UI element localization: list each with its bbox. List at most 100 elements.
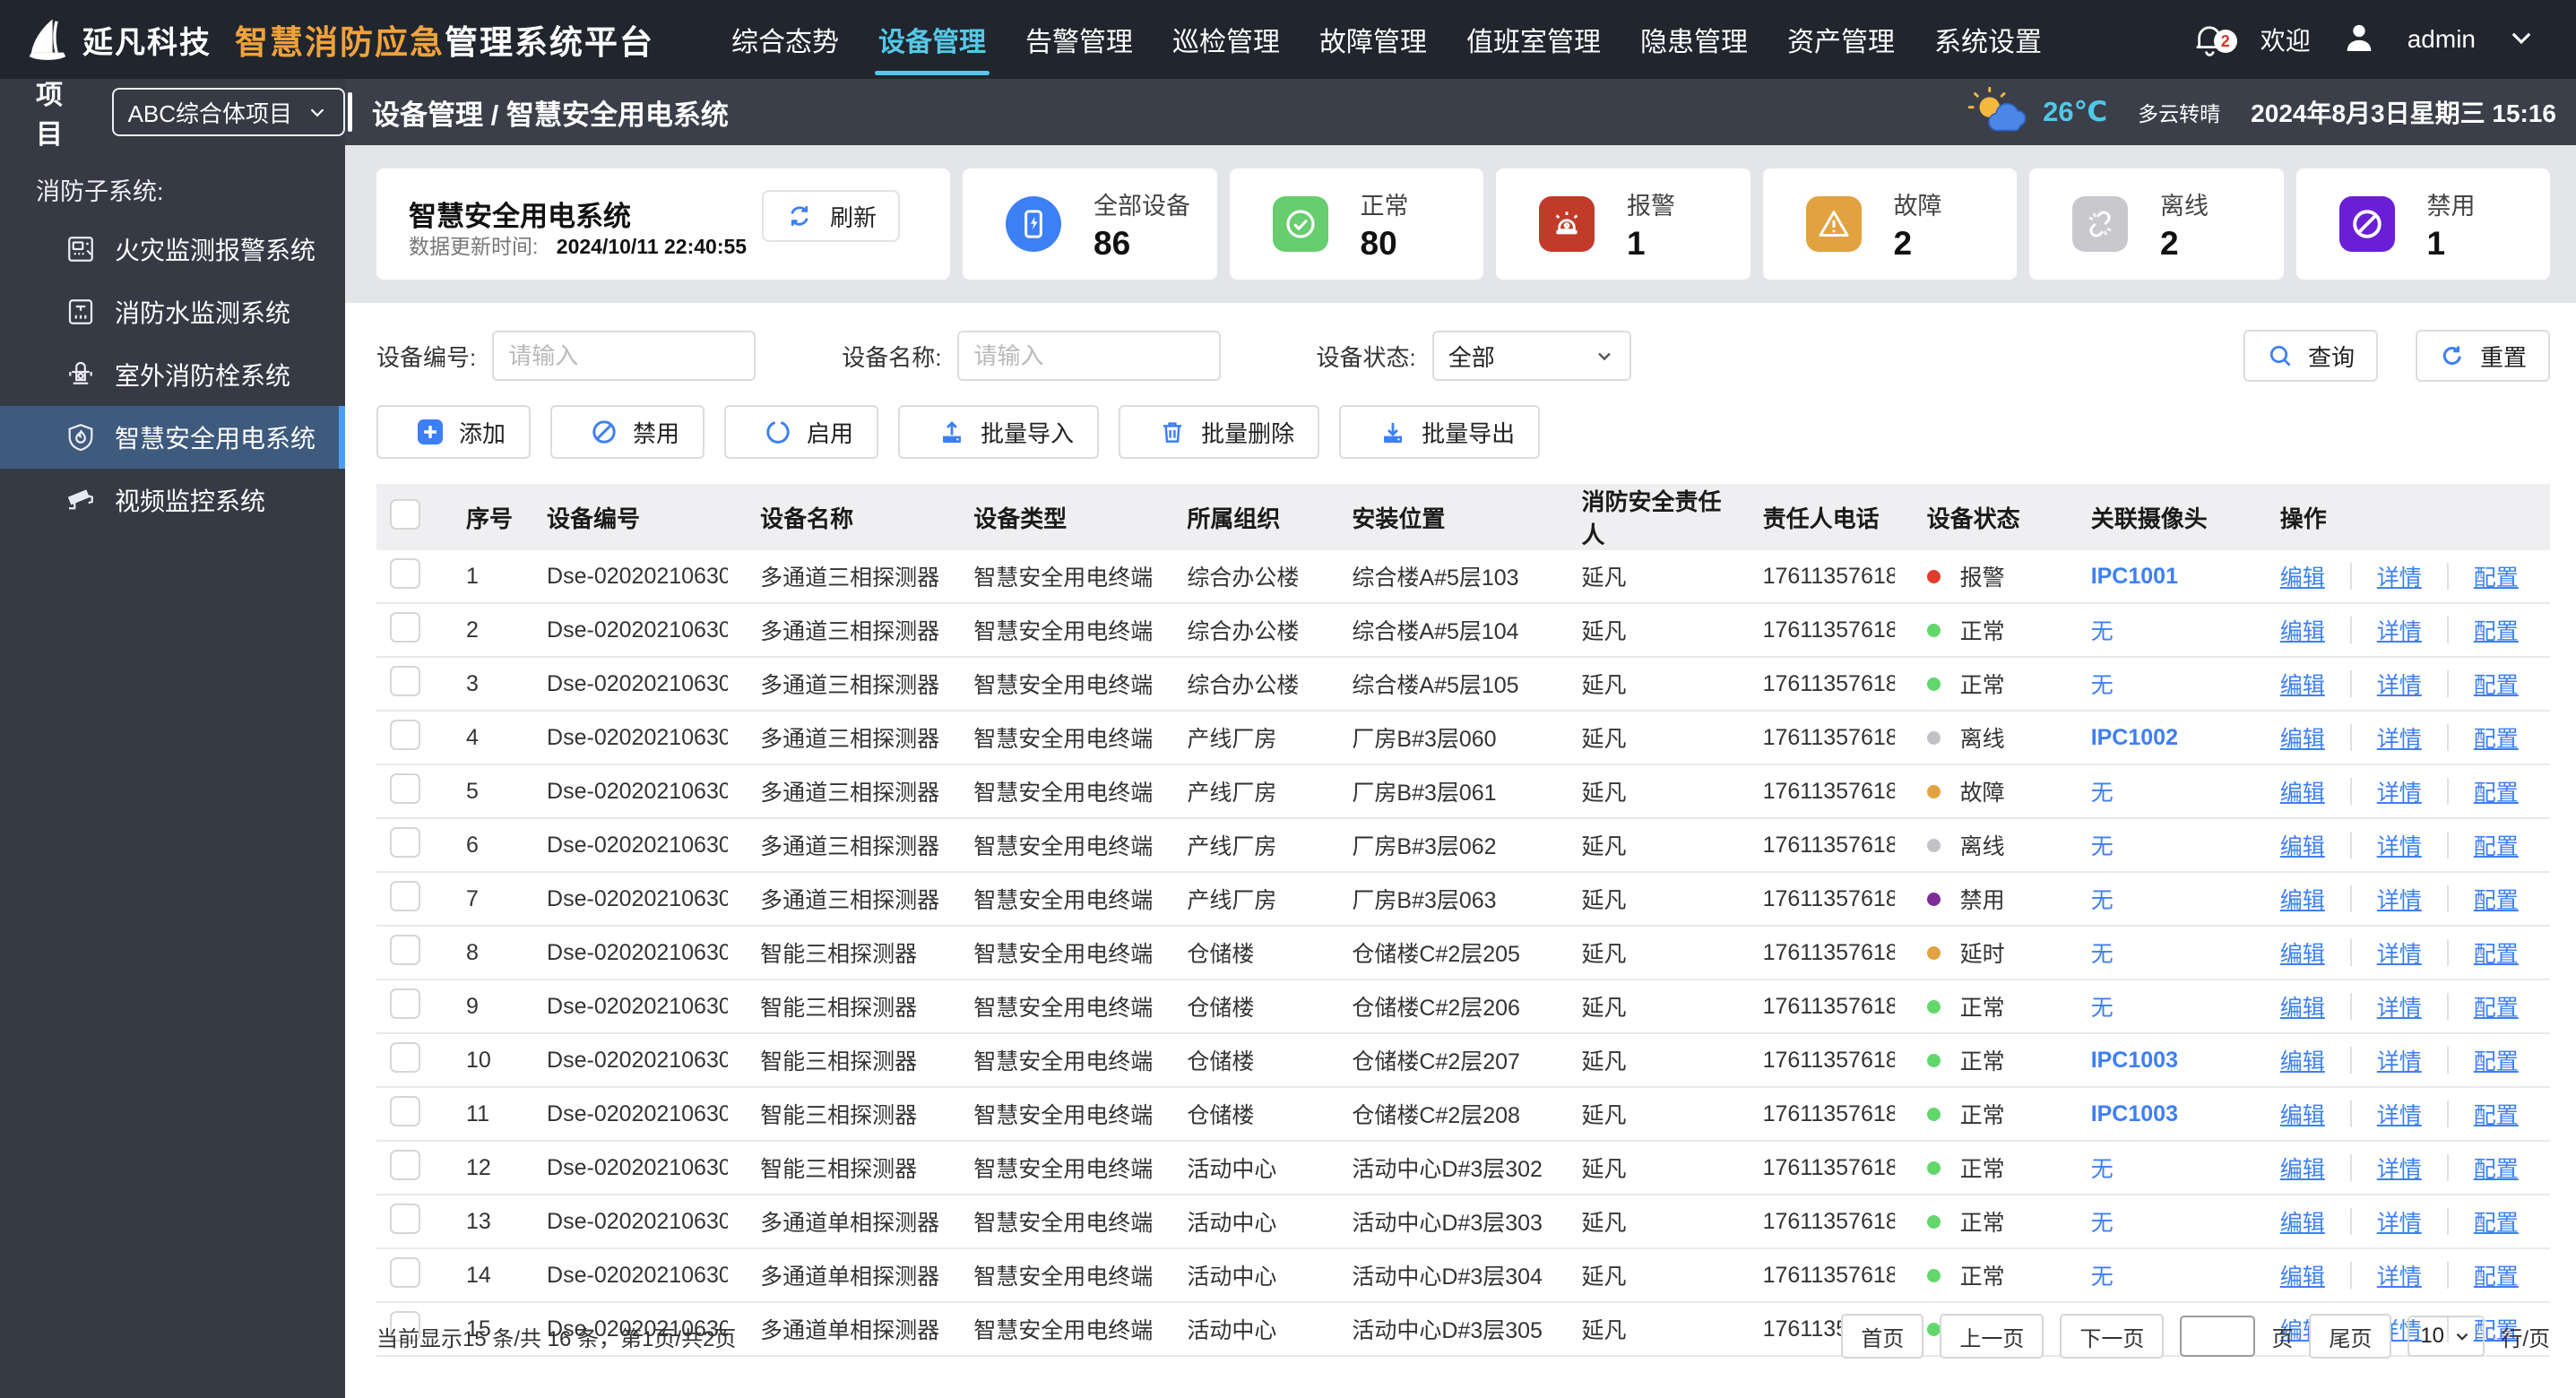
row-checkbox[interactable] bbox=[390, 1256, 420, 1288]
row-checkbox[interactable] bbox=[390, 557, 420, 589]
camera-link[interactable]: IPC1001 bbox=[2091, 564, 2178, 589]
op-link-详情[interactable]: 详情 bbox=[2377, 829, 2422, 861]
camera-link[interactable]: 无 bbox=[2091, 1264, 2114, 1290]
op-link-详情[interactable]: 详情 bbox=[2377, 1205, 2422, 1238]
row-checkbox[interactable] bbox=[390, 988, 420, 1019]
op-link-配置[interactable]: 配置 bbox=[2474, 775, 2519, 807]
row-checkbox[interactable] bbox=[390, 1041, 420, 1073]
op-link-详情[interactable]: 详情 bbox=[2377, 668, 2422, 700]
select-all-checkbox[interactable] bbox=[390, 498, 420, 530]
action-button-启用[interactable]: 启用 bbox=[724, 405, 879, 459]
op-link-编辑[interactable]: 编辑 bbox=[2280, 1098, 2325, 1130]
row-checkbox[interactable] bbox=[390, 1095, 420, 1126]
nav-item-值班室管理[interactable]: 值班室管理 bbox=[1466, 20, 1601, 59]
page-jump-input[interactable] bbox=[2180, 1316, 2256, 1357]
op-link-配置[interactable]: 配置 bbox=[2474, 1044, 2519, 1076]
camera-link[interactable]: 无 bbox=[2091, 942, 2114, 967]
action-button-批量导出[interactable]: 批量导出 bbox=[1339, 405, 1541, 459]
last-page-button[interactable]: 尾页 bbox=[2309, 1314, 2392, 1359]
device-code-input[interactable] bbox=[492, 331, 756, 381]
camera-link[interactable]: IPC1002 bbox=[2091, 725, 2178, 750]
op-link-编辑[interactable]: 编辑 bbox=[2280, 1205, 2325, 1238]
sidebar-item-消防水监测系统[interactable]: 消防水监测系统 bbox=[0, 280, 345, 343]
device-name-input[interactable] bbox=[957, 331, 1222, 381]
action-button-添加[interactable]: 添加 bbox=[376, 405, 532, 459]
op-link-详情[interactable]: 详情 bbox=[2377, 1098, 2422, 1130]
prev-page-button[interactable]: 上一页 bbox=[1940, 1314, 2044, 1359]
op-link-配置[interactable]: 配置 bbox=[2474, 668, 2519, 700]
project-select[interactable]: ABC综合体项目 bbox=[111, 88, 345, 136]
sidebar-item-室外消防栓系统[interactable]: 室外消防栓系统 bbox=[0, 343, 345, 406]
camera-link[interactable]: 无 bbox=[2091, 834, 2114, 859]
camera-link[interactable]: 无 bbox=[2091, 888, 2114, 913]
op-link-编辑[interactable]: 编辑 bbox=[2280, 614, 2325, 646]
op-link-编辑[interactable]: 编辑 bbox=[2280, 936, 2325, 969]
nav-item-隐患管理[interactable]: 隐患管理 bbox=[1640, 20, 1748, 59]
op-link-详情[interactable]: 详情 bbox=[2377, 1152, 2422, 1184]
op-link-配置[interactable]: 配置 bbox=[2474, 1098, 2519, 1130]
sidebar-item-视频监控系统[interactable]: 视频监控系统 bbox=[0, 469, 345, 531]
action-button-禁用[interactable]: 禁用 bbox=[550, 405, 705, 459]
row-checkbox[interactable] bbox=[390, 880, 420, 911]
op-link-详情[interactable]: 详情 bbox=[2377, 775, 2422, 807]
op-link-详情[interactable]: 详情 bbox=[2377, 721, 2422, 754]
nav-item-资产管理[interactable]: 资产管理 bbox=[1787, 20, 1895, 59]
sidebar-item-智慧安全用电系统[interactable]: 智慧安全用电系统 bbox=[0, 406, 345, 469]
op-link-配置[interactable]: 配置 bbox=[2474, 721, 2519, 754]
row-checkbox[interactable] bbox=[390, 772, 420, 804]
op-link-编辑[interactable]: 编辑 bbox=[2280, 883, 2325, 915]
op-link-编辑[interactable]: 编辑 bbox=[2280, 1044, 2325, 1076]
op-link-编辑[interactable]: 编辑 bbox=[2280, 775, 2325, 807]
first-page-button[interactable]: 首页 bbox=[1841, 1314, 1924, 1359]
device-status-select[interactable]: 全部 bbox=[1431, 331, 1631, 381]
row-checkbox[interactable] bbox=[390, 665, 420, 696]
camera-link[interactable]: 无 bbox=[2091, 673, 2114, 698]
op-link-配置[interactable]: 配置 bbox=[2474, 936, 2519, 969]
op-link-详情[interactable]: 详情 bbox=[2377, 1259, 2422, 1291]
notification-bell[interactable]: 2 bbox=[2191, 19, 2237, 60]
op-link-详情[interactable]: 详情 bbox=[2377, 1044, 2422, 1076]
op-link-详情[interactable]: 详情 bbox=[2377, 883, 2422, 915]
nav-item-系统设置[interactable]: 系统设置 bbox=[1934, 20, 2042, 59]
nav-item-告警管理[interactable]: 告警管理 bbox=[1025, 20, 1133, 59]
op-link-配置[interactable]: 配置 bbox=[2474, 1152, 2519, 1184]
op-link-编辑[interactable]: 编辑 bbox=[2280, 829, 2325, 861]
sidebar-item-火灾监测报警系统[interactable]: 火灾监测报警系统 bbox=[0, 218, 345, 280]
row-checkbox[interactable] bbox=[390, 611, 420, 643]
nav-item-设备管理[interactable]: 设备管理 bbox=[875, 20, 990, 75]
op-link-配置[interactable]: 配置 bbox=[2474, 829, 2519, 861]
action-button-批量删除[interactable]: 批量删除 bbox=[1119, 405, 1320, 459]
camera-link[interactable]: IPC1003 bbox=[2091, 1101, 2178, 1126]
op-link-详情[interactable]: 详情 bbox=[2377, 936, 2422, 969]
op-link-配置[interactable]: 配置 bbox=[2474, 614, 2519, 646]
camera-link[interactable]: 无 bbox=[2091, 1211, 2114, 1236]
next-page-button[interactable]: 下一页 bbox=[2060, 1314, 2165, 1359]
row-checkbox[interactable] bbox=[390, 826, 420, 858]
action-button-批量导入[interactable]: 批量导入 bbox=[898, 405, 1100, 459]
op-link-配置[interactable]: 配置 bbox=[2474, 990, 2519, 1023]
op-link-配置[interactable]: 配置 bbox=[2474, 1259, 2519, 1291]
camera-link[interactable]: 无 bbox=[2091, 1157, 2114, 1182]
reset-button[interactable]: 重置 bbox=[2415, 330, 2550, 382]
nav-item-综合态势[interactable]: 综合态势 bbox=[731, 20, 839, 59]
op-link-配置[interactable]: 配置 bbox=[2474, 883, 2519, 915]
camera-link[interactable]: IPC1003 bbox=[2091, 1048, 2178, 1073]
camera-link[interactable]: 无 bbox=[2091, 619, 2114, 644]
op-link-编辑[interactable]: 编辑 bbox=[2280, 560, 2325, 592]
op-link-编辑[interactable]: 编辑 bbox=[2280, 990, 2325, 1023]
nav-item-巡检管理[interactable]: 巡检管理 bbox=[1172, 20, 1280, 59]
row-checkbox[interactable] bbox=[390, 1203, 420, 1234]
search-button[interactable]: 查询 bbox=[2243, 330, 2378, 382]
op-link-编辑[interactable]: 编辑 bbox=[2280, 1259, 2325, 1291]
row-checkbox[interactable] bbox=[390, 1149, 420, 1180]
camera-link[interactable]: 无 bbox=[2091, 781, 2114, 806]
page-size-select[interactable]: 10 bbox=[2407, 1316, 2485, 1357]
user-menu-chevron[interactable] bbox=[2506, 22, 2537, 57]
op-link-编辑[interactable]: 编辑 bbox=[2280, 1152, 2325, 1184]
nav-item-故障管理[interactable]: 故障管理 bbox=[1319, 20, 1427, 59]
op-link-详情[interactable]: 详情 bbox=[2377, 614, 2422, 646]
refresh-button[interactable]: 刷新 bbox=[761, 190, 900, 242]
op-link-编辑[interactable]: 编辑 bbox=[2280, 668, 2325, 700]
camera-link[interactable]: 无 bbox=[2091, 996, 2114, 1021]
op-link-配置[interactable]: 配置 bbox=[2474, 560, 2519, 592]
